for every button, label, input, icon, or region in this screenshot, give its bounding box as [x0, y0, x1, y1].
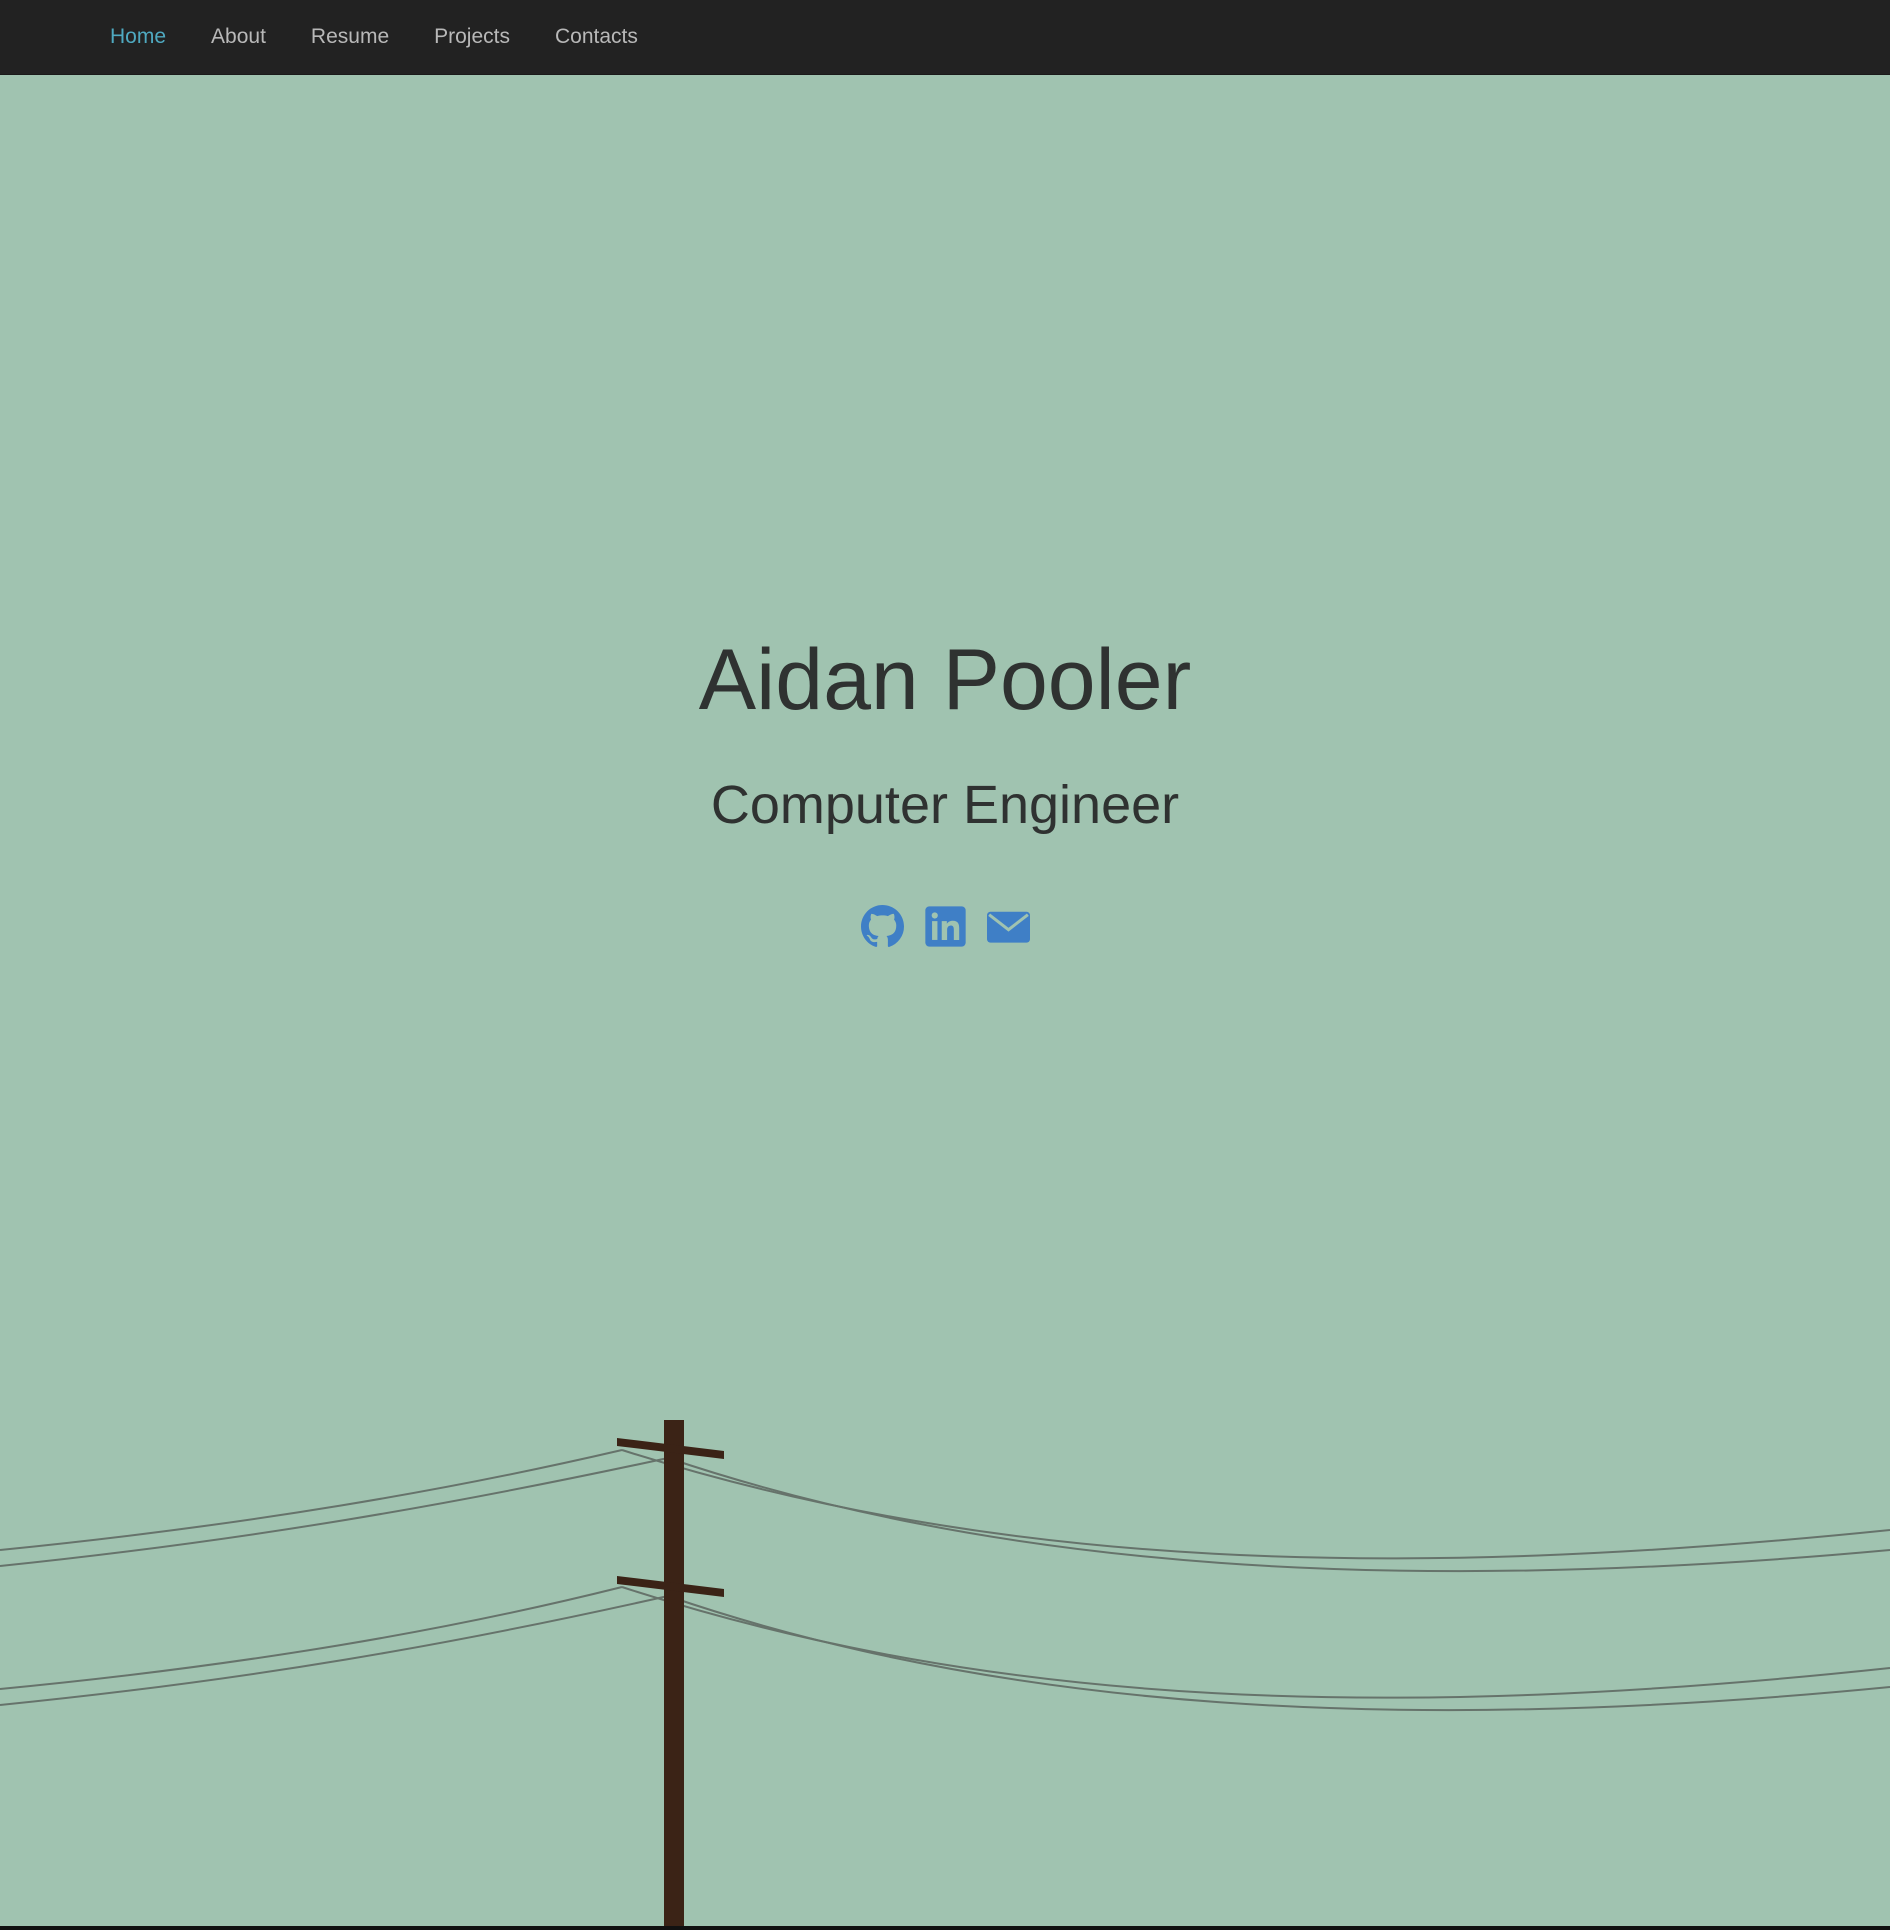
power-wire	[0, 1586, 623, 1690]
navbar: Home About Resume Projects Contacts	[0, 0, 1890, 75]
nav-link-about[interactable]: About	[211, 25, 266, 49]
hero-name: Aidan Pooler	[698, 632, 1192, 728]
linkedin-icon	[924, 906, 966, 947]
email-link[interactable]	[986, 905, 1030, 948]
power-wire	[0, 1457, 669, 1567]
linkedin-link[interactable]	[924, 905, 967, 948]
nav-menu: Home About Resume Projects Contacts	[110, 0, 683, 74]
power-wire	[667, 1595, 1890, 1712]
pole-shaft	[664, 1420, 684, 1930]
social-links	[0, 905, 1890, 948]
envelope-icon	[986, 911, 1030, 943]
hero-job-title: Computer Engineer	[710, 775, 1180, 835]
power-wire	[621, 1449, 1890, 1560]
power-wire	[0, 1449, 623, 1551]
github-link[interactable]	[860, 905, 904, 948]
power-line-illustration	[0, 1420, 1890, 1930]
nav-link-projects[interactable]: Projects	[434, 25, 510, 49]
nav-link-contacts[interactable]: Contacts	[555, 25, 638, 49]
github-icon	[860, 905, 904, 947]
power-wire	[667, 1457, 1890, 1573]
power-wire	[0, 1595, 669, 1706]
bottom-border	[0, 1926, 1890, 1930]
nav-link-resume[interactable]: Resume	[311, 25, 389, 49]
nav-link-home[interactable]: Home	[110, 25, 166, 49]
power-wire	[621, 1586, 1890, 1699]
